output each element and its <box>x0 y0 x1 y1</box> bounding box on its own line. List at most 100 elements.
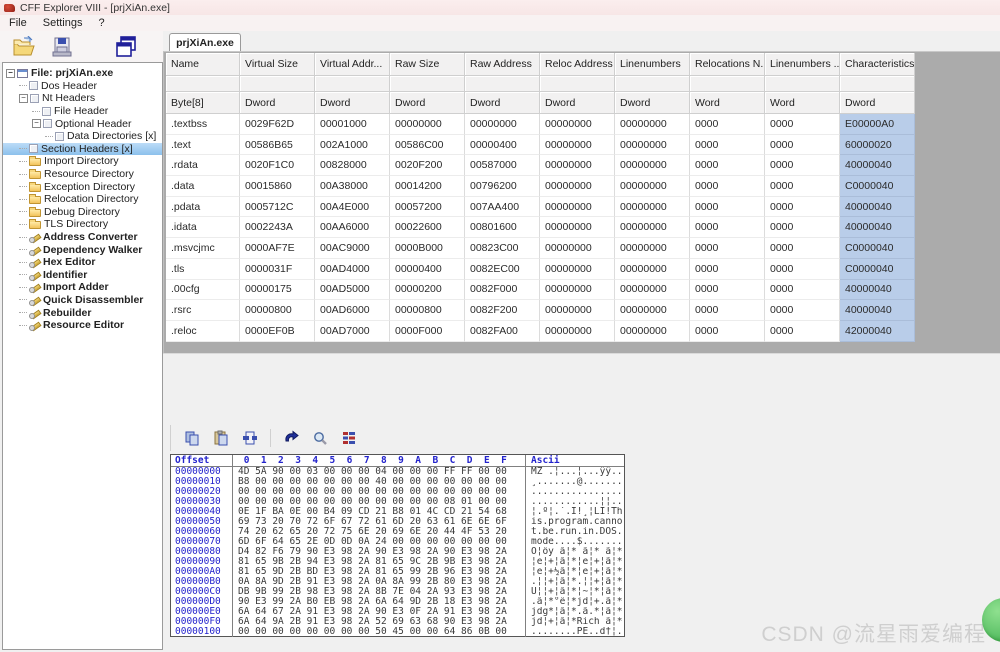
hex-ascii[interactable]: ¦e¦+½ã¦*¦e¦+¦ã¦* <box>525 567 624 577</box>
column-header[interactable]: Raw Size <box>390 53 465 76</box>
cell[interactable]: 0000 <box>765 114 840 135</box>
cell[interactable]: 0000031F <box>240 259 315 280</box>
cell[interactable]: 0000 <box>690 217 765 238</box>
tree-item-import-adder[interactable]: Import Adder <box>3 281 162 294</box>
cell[interactable]: .pdata <box>166 197 240 218</box>
cell[interactable]: .msvcjmc <box>166 238 240 259</box>
hex-ascii[interactable]: ¦e¦+¦ã¦*¦e¦+¦ã¦* <box>525 557 624 567</box>
cell[interactable]: 00000000 <box>540 135 615 156</box>
cell[interactable]: 00AD6000 <box>315 300 390 321</box>
cell[interactable]: 0000 <box>690 321 765 342</box>
cell[interactable]: 007AA400 <box>465 197 540 218</box>
column-header[interactable]: Relocations N... <box>690 53 765 76</box>
tree-item-file-prjxian-exe[interactable]: −File: prjXiAn.exe <box>3 67 162 80</box>
cell[interactable]: 0000 <box>690 259 765 280</box>
hex-ascii[interactable]: ............¦¦.. <box>525 497 624 507</box>
goto-offset-icon[interactable] <box>282 429 300 447</box>
column-header[interactable]: Linenumbers ... <box>765 53 840 76</box>
cell[interactable]: 00000000 <box>615 217 690 238</box>
cell[interactable]: 00000000 <box>615 300 690 321</box>
hex-ascii[interactable]: jdg*¦ã¦*.ã.*¦ã¦* <box>525 607 624 617</box>
cell[interactable]: 0000 <box>690 114 765 135</box>
tree-item-rebuilder[interactable]: Rebuilder <box>3 306 162 319</box>
cell[interactable]: 40000040 <box>840 197 915 218</box>
cell[interactable]: 0005712C <box>240 197 315 218</box>
cell[interactable]: 0000 <box>765 280 840 301</box>
cell[interactable]: 0082EC00 <box>465 259 540 280</box>
cell[interactable]: 00000400 <box>390 259 465 280</box>
open-file-icon[interactable] <box>12 35 36 59</box>
cell[interactable]: 0000 <box>690 155 765 176</box>
cell[interactable]: 00000400 <box>465 135 540 156</box>
copy-icon[interactable] <box>183 429 201 447</box>
cell[interactable]: 0000 <box>690 238 765 259</box>
cell[interactable]: 00823C00 <box>465 238 540 259</box>
cell[interactable]: 0000 <box>690 135 765 156</box>
cell[interactable]: 00AD7000 <box>315 321 390 342</box>
cell[interactable]: E00000A0 <box>840 114 915 135</box>
cell[interactable]: 0000 <box>765 259 840 280</box>
cell[interactable]: 0000 <box>765 197 840 218</box>
cell[interactable]: 00000175 <box>240 280 315 301</box>
cell[interactable]: 00000000 <box>540 217 615 238</box>
tree-item-file-header[interactable]: File Header <box>3 105 162 118</box>
cell[interactable]: 00000000 <box>615 135 690 156</box>
cell[interactable]: 00000000 <box>540 155 615 176</box>
hex-ascii[interactable]: is.program.canno <box>525 517 624 527</box>
cell[interactable]: 00AA6000 <box>315 217 390 238</box>
tree-item-dos-header[interactable]: Dos Header <box>3 80 162 93</box>
cell[interactable]: 40000040 <box>840 217 915 238</box>
hex-ascii[interactable]: jd¦+¦ã¦*Rich ã¦* <box>525 617 624 627</box>
cell[interactable]: .tls <box>166 259 240 280</box>
cell[interactable]: 0020F1C0 <box>240 155 315 176</box>
search-icon[interactable] <box>311 429 329 447</box>
cell[interactable]: .reloc <box>166 321 240 342</box>
cell[interactable]: 0000 <box>690 197 765 218</box>
cell[interactable]: 42000040 <box>840 321 915 342</box>
cell[interactable]: 40000040 <box>840 300 915 321</box>
cell[interactable]: 40000040 <box>840 155 915 176</box>
cell[interactable]: 00000000 <box>540 321 615 342</box>
cell[interactable]: 00000000 <box>390 114 465 135</box>
cell[interactable]: 00000000 <box>615 155 690 176</box>
cell[interactable]: 0000AF7E <box>240 238 315 259</box>
menu-settings[interactable]: Settings <box>43 17 83 29</box>
hex-bytes[interactable]: 00 00 00 00 00 00 00 00 50 45 00 00 64 8… <box>233 627 525 637</box>
cell[interactable]: 0082F200 <box>465 300 540 321</box>
cell[interactable]: C0000040 <box>840 176 915 197</box>
hex-ascii[interactable]: .ã¦*°ë¦*jd¦+.ã¦* <box>525 597 624 607</box>
column-header[interactable]: Reloc Address <box>540 53 615 76</box>
cell[interactable]: 0000 <box>690 300 765 321</box>
column-header[interactable]: Linenumbers <box>615 53 690 76</box>
cell[interactable]: 00000800 <box>240 300 315 321</box>
cell[interactable]: 00000000 <box>540 238 615 259</box>
cell[interactable]: 0000 <box>765 300 840 321</box>
cell[interactable]: 00000000 <box>615 280 690 301</box>
tree-item-hex-editor[interactable]: Hex Editor <box>3 256 162 269</box>
cell[interactable]: 0000 <box>765 176 840 197</box>
cell[interactable]: 00586B65 <box>240 135 315 156</box>
cell[interactable]: 00AD4000 <box>315 259 390 280</box>
cell[interactable]: .textbss <box>166 114 240 135</box>
cell[interactable]: C0000040 <box>840 259 915 280</box>
column-header[interactable]: Name <box>166 53 240 76</box>
cell[interactable]: 0000B000 <box>390 238 465 259</box>
tree-item-quick-disassembler[interactable]: Quick Disassembler <box>3 294 162 307</box>
tree-item-optional-header[interactable]: −Optional Header <box>3 117 162 130</box>
tree-item-debug-directory[interactable]: Debug Directory <box>3 206 162 219</box>
tree-item-nt-headers[interactable]: −Nt Headers <box>3 92 162 105</box>
cell[interactable]: 0000EF0B <box>240 321 315 342</box>
cell[interactable]: 0000 <box>765 155 840 176</box>
cell[interactable]: 0029F62D <box>240 114 315 135</box>
column-header[interactable]: Virtual Size <box>240 53 315 76</box>
tree-item-resource-editor[interactable]: Resource Editor <box>3 319 162 332</box>
cell[interactable]: 002A1000 <box>315 135 390 156</box>
cell[interactable]: 00000000 <box>540 197 615 218</box>
expander-icon[interactable]: − <box>32 119 41 128</box>
hex-view[interactable]: Offset 0 1 2 3 4 5 6 7 8 9 A B C D E F A… <box>170 454 625 637</box>
cell[interactable]: 0000 <box>765 238 840 259</box>
cell[interactable]: 0002243A <box>240 217 315 238</box>
cell[interactable]: .text <box>166 135 240 156</box>
cell[interactable]: 00A38000 <box>315 176 390 197</box>
hex-ascii[interactable]: ................ <box>525 487 624 497</box>
